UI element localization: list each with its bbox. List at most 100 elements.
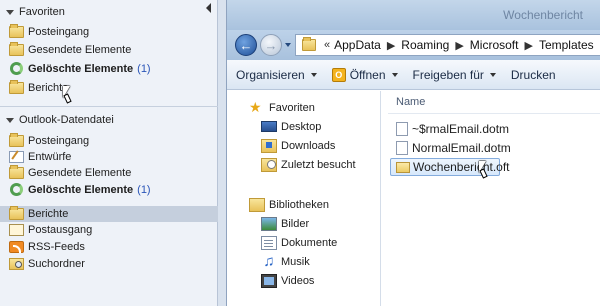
breadcrumb-separator-icon[interactable]: ▶	[455, 39, 463, 52]
nav-item-label: RSS-Feeds	[28, 241, 85, 253]
document-icon	[396, 141, 408, 155]
tree-libraries[interactable]: Bibliotheken	[227, 196, 381, 214]
template-icon	[396, 162, 410, 173]
tree-label: Videos	[281, 275, 315, 287]
music-note-icon: ♫	[263, 253, 275, 270]
nav-item-posteingang[interactable]: Posteingang	[0, 133, 218, 149]
tree-videos[interactable]: Videos	[227, 272, 381, 290]
nav-item-label: Suchordner	[28, 258, 85, 270]
name-column-header[interactable]: Name	[396, 96, 425, 108]
folder-icon	[9, 24, 24, 38]
datafile-heading: Outlook-Datendatei	[19, 114, 114, 126]
nav-item-berichte-selected[interactable]: Berichte	[0, 206, 218, 222]
recycle-icon	[10, 183, 23, 196]
nav-item-berichte[interactable]: Berichte	[0, 80, 218, 96]
file-row[interactable]: NormalEmail.dotm	[390, 139, 570, 157]
file-row[interactable]: ~$rmalEmail.dotm	[390, 120, 570, 138]
arrow-left-icon: ←	[239, 37, 253, 53]
folder-icon	[9, 206, 24, 220]
tree-label: Bibliotheken	[269, 199, 329, 211]
address-bar[interactable]: « AppData ▶ Roaming ▶ Microsoft ▶ Templa…	[295, 34, 600, 56]
downloads-icon	[261, 139, 277, 153]
organize-label: Organisieren	[236, 67, 305, 82]
breadcrumb-microsoft[interactable]: Microsoft	[470, 38, 519, 52]
tree-favorites[interactable]: ★ Favoriten	[227, 99, 381, 117]
unread-count: (1)	[137, 63, 151, 75]
tree-label: Downloads	[281, 140, 336, 152]
drafts-icon	[9, 151, 24, 163]
print-label: Drucken	[510, 67, 556, 82]
folder-icon	[9, 133, 24, 147]
address-row: ← → « AppData ▶ Roaming ▶ Microsoft ▶ Te…	[227, 30, 600, 60]
breadcrumb-separator-icon[interactable]: ▶	[524, 39, 532, 52]
history-dropdown-icon[interactable]	[285, 43, 291, 47]
nav-item-postausgang[interactable]: Postausgang	[0, 222, 218, 238]
print-button[interactable]: Drucken	[502, 60, 562, 90]
nav-item-geloeschte-elemente[interactable]: Gelöschte Elemente (1)	[0, 61, 218, 77]
nav-item-label: Posteingang	[28, 26, 90, 38]
open-button[interactable]: O Öffnen	[323, 60, 404, 90]
nav-item-label: Posteingang	[28, 135, 90, 147]
share-button[interactable]: Freigeben für	[404, 60, 502, 90]
search-folder-icon	[9, 258, 24, 270]
navigation-tree: ★ Favoriten Desktop Downloads Zuletzt be…	[227, 91, 381, 306]
tree-label: Desktop	[281, 121, 322, 133]
file-name: NormalEmail.dotm	[412, 141, 511, 155]
outlook-icon: O	[331, 67, 346, 82]
window-titlebar[interactable]: Wochenbericht	[227, 0, 600, 30]
tree-desktop[interactable]: Desktop	[227, 118, 381, 136]
nav-item-suchordner[interactable]: Suchordner	[0, 256, 218, 272]
expand-triangle-icon[interactable]	[6, 9, 14, 15]
window-title: Wochenbericht	[503, 8, 583, 22]
file-name: Wochenbericht.oft	[413, 160, 510, 174]
favorites-section-header[interactable]: Favoriten	[0, 3, 218, 21]
folder-icon	[9, 80, 24, 94]
tree-downloads[interactable]: Downloads	[227, 137, 381, 155]
open-label: Öffnen	[349, 67, 386, 82]
nav-item-label: Gelöschte Elemente	[28, 63, 134, 75]
expand-triangle-icon[interactable]	[6, 117, 14, 123]
outbox-icon	[9, 224, 24, 236]
overflow-chevron[interactable]: «	[324, 39, 330, 51]
nav-item-label: Postausgang	[28, 224, 93, 236]
collapse-pane-icon[interactable]	[206, 3, 211, 13]
datafile-section-header[interactable]: Outlook-Datendatei	[0, 111, 218, 129]
tree-label: Favoriten	[269, 102, 315, 114]
outlook-navigation-pane: Favoriten Posteingang Gesendete Elemente…	[0, 0, 218, 306]
nav-item-geloeschte-elemente[interactable]: Gelöschte Elemente (1)	[0, 182, 218, 198]
breadcrumb-roaming[interactable]: Roaming	[401, 38, 449, 52]
tree-recent[interactable]: Zuletzt besucht	[227, 156, 381, 174]
rss-icon	[9, 241, 24, 253]
forward-button[interactable]: →	[260, 34, 282, 56]
nav-item-label: Gelöschte Elemente	[28, 184, 134, 196]
video-icon	[261, 274, 277, 288]
share-label: Freigeben für	[412, 67, 484, 82]
dropdown-arrow-icon	[391, 72, 398, 77]
tree-music[interactable]: ♫ Musik	[227, 253, 381, 271]
back-button[interactable]: ←	[235, 34, 257, 56]
favorites-heading: Favoriten	[19, 6, 65, 18]
nav-item-label: Berichte	[28, 208, 69, 220]
nav-item-gesendete-elemente[interactable]: Gesendete Elemente	[0, 165, 218, 181]
organize-button[interactable]: Organisieren	[227, 60, 323, 90]
nav-item-rss-feeds[interactable]: RSS-Feeds	[0, 239, 218, 255]
recent-places-icon	[261, 158, 277, 172]
tree-documents[interactable]: Dokumente	[227, 234, 381, 252]
folder-icon	[9, 165, 24, 179]
nav-item-gesendete-elemente[interactable]: Gesendete Elemente	[0, 42, 218, 58]
tree-label: Dokumente	[281, 237, 338, 249]
nav-item-entwuerfe[interactable]: Entwürfe	[0, 149, 218, 165]
arrow-right-icon: →	[264, 37, 278, 53]
tree-label: Bilder	[281, 218, 310, 230]
file-name: ~$rmalEmail.dotm	[412, 122, 510, 136]
breadcrumb-templates[interactable]: Templates	[539, 38, 594, 52]
recycle-icon	[10, 62, 23, 75]
desktop-icon	[261, 121, 277, 132]
tree-label: Zuletzt besucht	[281, 159, 356, 171]
explorer-window: Wochenbericht ← → « AppData ▶ Roaming ▶ …	[226, 0, 600, 306]
breadcrumb-appdata[interactable]: AppData	[334, 38, 381, 52]
nav-item-posteingang[interactable]: Posteingang	[0, 24, 218, 40]
breadcrumb-separator-icon[interactable]: ▶	[387, 39, 395, 52]
folder-icon	[302, 37, 316, 51]
tree-pictures[interactable]: Bilder	[227, 215, 381, 233]
